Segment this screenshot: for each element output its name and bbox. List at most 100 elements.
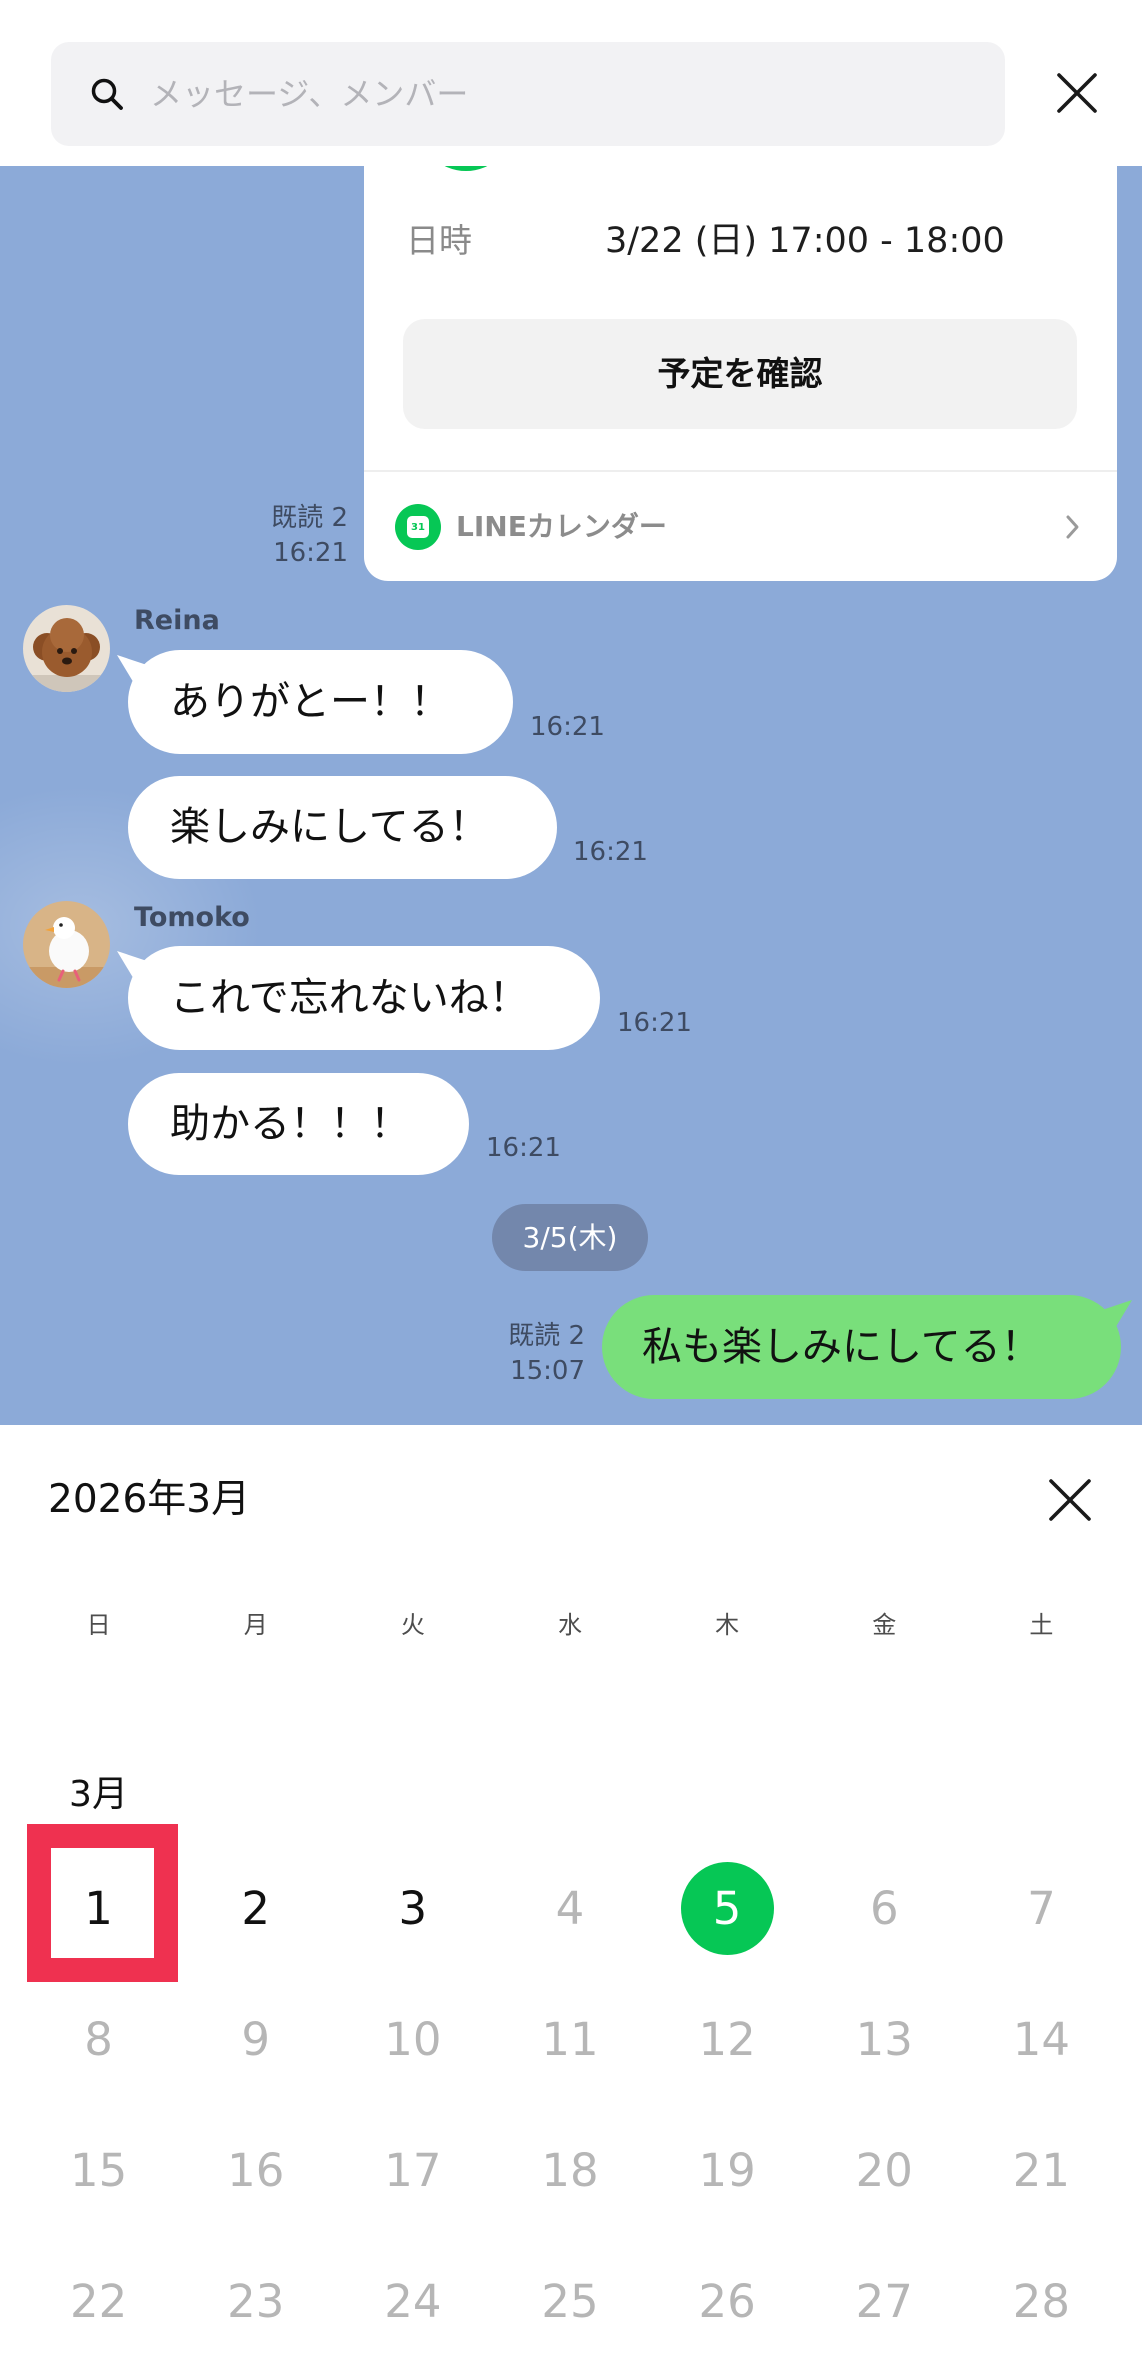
calendar-day: 4 <box>491 1853 648 1963</box>
message-time: 16:21 <box>486 1133 561 1163</box>
calendar-day[interactable]: 3 <box>334 1853 491 1963</box>
close-icon <box>1057 73 1097 113</box>
calendar-day-number: 3 <box>398 1881 428 1935</box>
message-bubble[interactable]: これで忘れないね！ <box>117 946 600 1050</box>
message-bubble[interactable]: ありがとー！！ <box>117 650 513 754</box>
calendar-day[interactable]: 2 <box>177 1853 334 1963</box>
calendar-day: 10 <box>334 1984 491 2094</box>
message-text: ありがとー！！ <box>170 679 450 725</box>
calendar-day-number: 15 <box>69 2143 128 2197</box>
event-card-meta: 既読 2 16:21 <box>238 501 348 571</box>
avatar-reina[interactable] <box>23 605 110 692</box>
line-calendar-icon: 31 <box>395 504 441 550</box>
avatar-tomoko[interactable] <box>23 901 110 988</box>
calendar-day-today[interactable]: 5 <box>649 1853 806 1963</box>
message-time: 16:21 <box>530 712 605 742</box>
calendar-day-number: 20 <box>855 2143 913 2197</box>
date-picker-panel: 2026年3月 日 月 火 水 木 金 土 3月 1 2 3 4 5 6 7 8… <box>0 1425 1142 2358</box>
calendar-day: 16 <box>177 2115 334 2225</box>
calendar-week: 1 2 3 4 5 6 7 <box>20 1853 1120 1963</box>
calendar-day: 21 <box>963 2115 1120 2225</box>
calendar-week: 15 16 17 18 19 20 21 <box>20 2115 1120 2225</box>
sender-name: Tomoko <box>134 902 250 933</box>
calendar-day-number: 23 <box>227 2274 285 2328</box>
calendar-day: 23 <box>177 2246 334 2356</box>
own-message-bubble[interactable]: 私も楽しみにしてる！ <box>602 1295 1132 1399</box>
calendar-week: 8 9 10 11 12 13 14 <box>20 1984 1120 2094</box>
message-time: 15:07 <box>510 1356 585 1386</box>
month-label: 3月 <box>69 1774 128 1815</box>
datetime-value: 3/22 (日) 17:00 - 18:00 <box>605 221 1005 261</box>
calendar-day: 25 <box>491 2246 648 2356</box>
message-text: 私も楽しみにしてる！ <box>642 1324 1041 1370</box>
calendar-day: 12 <box>649 1984 806 2094</box>
calendar-day-number: 4 <box>555 1881 585 1935</box>
weekday-label: 木 <box>715 1611 740 1639</box>
calendar-day-number: 19 <box>698 2143 756 2197</box>
calendar-day-number: 22 <box>69 2274 128 2328</box>
calendar-day: 26 <box>649 2246 806 2356</box>
close-icon <box>1049 1479 1091 1521</box>
weekday-header: 日 月 火 水 木 金 土 <box>20 1605 1120 1645</box>
calendar-day: 9 <box>177 1984 334 2094</box>
message-time: 16:21 <box>617 1008 692 1038</box>
message-bubble[interactable]: 楽しみにしてる！ <box>128 776 557 879</box>
calendar-day: 19 <box>649 2115 806 2225</box>
weekday-label: 金 <box>872 1611 897 1639</box>
calendar-day-number: 12 <box>698 2012 756 2066</box>
calendar-day: 22 <box>20 2246 177 2356</box>
bubble-tail <box>1102 1300 1132 1330</box>
calendar-day: 11 <box>491 1984 648 2094</box>
calendar-week: 22 23 24 25 26 27 28 <box>20 2246 1120 2356</box>
search-bar[interactable] <box>51 42 1005 146</box>
message-text: 楽しみにしてる！ <box>170 804 489 850</box>
calendar-day-number: 16 <box>227 2143 285 2197</box>
calendar-day-number: 27 <box>855 2274 913 2328</box>
event-icon <box>418 166 514 171</box>
calendar-title: 2026年3月 <box>48 1477 251 1522</box>
message-time: 16:21 <box>573 837 648 867</box>
calendar-day-number: 26 <box>698 2274 756 2328</box>
confirm-schedule-button[interactable]: 予定を確認 <box>403 319 1077 429</box>
search-icon <box>91 78 123 110</box>
weekday-label: 月 <box>243 1611 268 1639</box>
close-calendar-button[interactable] <box>1046 1476 1094 1524</box>
calendar-day-number: 25 <box>541 2274 599 2328</box>
highlight-box <box>27 1824 178 1982</box>
bubble-tail <box>117 655 147 685</box>
calendar-day-number: 28 <box>1012 2274 1071 2328</box>
calendar-day-number: 21 <box>1012 2143 1071 2197</box>
close-search-button[interactable] <box>1055 71 1099 115</box>
calendar-day-number: 6 <box>869 1881 899 1935</box>
weekday-label: 日 <box>86 1611 111 1639</box>
calendar-day: 17 <box>334 2115 491 2225</box>
calendar-day: 15 <box>20 2115 177 2225</box>
search-input[interactable] <box>150 42 980 146</box>
calendar-day-number: 24 <box>384 2274 442 2328</box>
calendar-day-number: 2 <box>241 1881 271 1935</box>
weekday-label: 火 <box>400 1611 425 1639</box>
own-message-meta: 既読 2 15:07 <box>475 1319 585 1389</box>
calendar-day: 20 <box>806 2115 963 2225</box>
calendar-icon-date: 31 <box>407 516 429 538</box>
line-calendar-link[interactable]: 31 LINEカレンダー <box>364 472 1117 581</box>
bubble-tail <box>117 951 147 981</box>
avatar-image <box>23 901 110 988</box>
calendar-day-number: 8 <box>84 2012 113 2066</box>
search-header <box>0 0 1142 166</box>
calendar-day: 18 <box>491 2115 648 2225</box>
chat-area[interactable]: 日時 3/22 (日) 17:00 - 18:00 予定を確認 31 LINEカ… <box>0 166 1142 1425</box>
calendar-day-number: 17 <box>384 2143 442 2197</box>
calendar-day: 6 <box>806 1853 963 1963</box>
weekday-label: 土 <box>1029 1611 1054 1639</box>
calendar-day: 7 <box>963 1853 1120 1963</box>
calendar-day: 13 <box>806 1984 963 2094</box>
calendar-day-number: 10 <box>384 2012 442 2066</box>
sender-name: Reina <box>134 605 220 636</box>
message-time: 16:21 <box>273 538 348 568</box>
calendar-day-number: 13 <box>855 2012 913 2066</box>
calendar-day-number: 14 <box>1012 2012 1071 2066</box>
message-bubble[interactable]: 助かる！！！ <box>128 1073 469 1175</box>
calendar-day-number: 18 <box>541 2143 599 2197</box>
line-calendar-label: LINEカレンダー <box>456 510 667 543</box>
